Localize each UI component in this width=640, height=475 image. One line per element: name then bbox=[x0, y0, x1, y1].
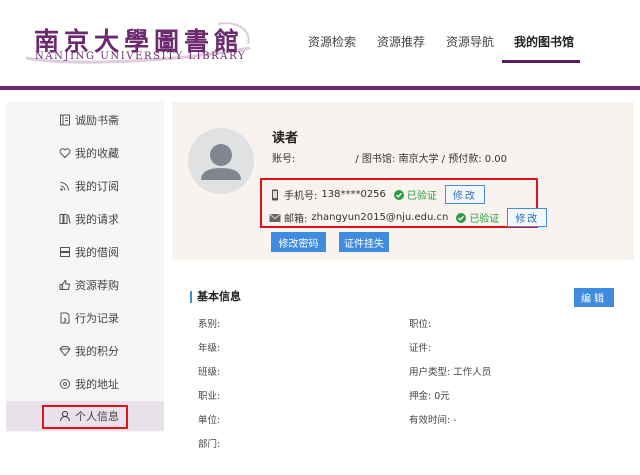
field-grade: 年级: bbox=[198, 343, 221, 354]
modify-email-button[interactable]: 修改 bbox=[507, 208, 548, 227]
sidebar-item-subscriptions[interactable]: 我的订阅 bbox=[6, 171, 164, 201]
sidebar-item-borrowing[interactable]: 我的借阅 bbox=[6, 237, 164, 267]
location-icon bbox=[58, 377, 72, 391]
library-logo[interactable]: 南京大學圖書館 NANJING UNIVERSITY LIBRARY bbox=[22, 18, 254, 66]
field-class: 班级: bbox=[198, 367, 221, 378]
email-icon bbox=[269, 212, 281, 224]
thumbs-up-icon bbox=[58, 278, 72, 292]
record-icon bbox=[58, 311, 72, 325]
default-avatar-icon bbox=[201, 144, 241, 180]
field-deposit: 押金: 0元 bbox=[409, 391, 450, 402]
email-row: 邮箱: zhangyun2015@nju.edu.cn 已验证 修改 bbox=[269, 208, 548, 227]
sidebar-item-label: 我的地址 bbox=[75, 378, 119, 391]
report-card-loss-button[interactable]: 证件挂失 bbox=[339, 232, 389, 252]
sidebar-item-favorites[interactable]: 我的收藏 bbox=[6, 138, 164, 168]
book-icon bbox=[58, 113, 72, 127]
field-department: 系别: bbox=[198, 319, 221, 330]
phone-value: 138****0256 bbox=[321, 189, 386, 200]
header-divider bbox=[0, 86, 640, 90]
sidebar-item-activity-log[interactable]: 行为记录 bbox=[6, 303, 164, 333]
diamond-icon bbox=[58, 344, 72, 358]
sidebar-item-label: 我的订阅 bbox=[75, 180, 119, 193]
avatar[interactable] bbox=[188, 128, 254, 194]
field-valid-time: 有效时间: - bbox=[409, 415, 457, 426]
heart-icon bbox=[58, 146, 72, 160]
sidebar-item-points[interactable]: 我的积分 bbox=[6, 336, 164, 366]
sidebar-item-label: 我的借阅 bbox=[75, 246, 119, 259]
phone-icon bbox=[269, 189, 281, 201]
modify-phone-button[interactable]: 修改 bbox=[444, 185, 485, 204]
field-certificate: 证件: bbox=[409, 343, 432, 354]
sidebar-item-label: 诚励书斋 bbox=[75, 114, 119, 127]
change-password-button[interactable]: 修改密码 bbox=[271, 232, 326, 252]
email-label: 邮箱: bbox=[284, 214, 308, 225]
nav-resource-navigation[interactable]: 资源导航 bbox=[446, 33, 494, 50]
header: 南京大學圖書館 NANJING UNIVERSITY LIBRARY 资源检索 … bbox=[0, 0, 640, 92]
user-name: 读者 bbox=[272, 131, 299, 146]
logo-english-text: NANJING UNIVERSITY LIBRARY bbox=[35, 51, 247, 62]
check-icon bbox=[456, 212, 467, 223]
nav-resource-recommend[interactable]: 资源推荐 bbox=[377, 33, 425, 50]
phone-row: 手机号: 138****0256 已验证 修改 bbox=[269, 185, 485, 204]
edit-basic-info-button[interactable]: 编辑 bbox=[574, 288, 614, 307]
account-info: 账号: / 图书馆: 南京大学 / 预付款: 0.00 bbox=[272, 150, 507, 165]
nav-active-underline bbox=[502, 60, 580, 63]
sidebar-item-label: 行为记录 bbox=[75, 312, 119, 325]
sidebar: 诚励书斋 我的收藏 我的订阅 我的请求 我的借阅 资源荐购 行为记录 我的积分 … bbox=[6, 102, 164, 432]
field-occupation: 职业: bbox=[198, 391, 221, 402]
sidebar-item-label: 我的请求 bbox=[75, 213, 119, 226]
stack-icon bbox=[58, 245, 72, 259]
account-label: 账号: bbox=[272, 154, 296, 165]
field-position: 职位: bbox=[409, 319, 432, 330]
rss-icon bbox=[58, 179, 72, 193]
field-user-type: 用户类型: 工作人员 bbox=[409, 367, 492, 378]
sidebar-item-label: 我的积分 bbox=[75, 345, 119, 358]
sidebar-item-recommend-purchase[interactable]: 资源荐购 bbox=[6, 270, 164, 300]
sidebar-item-address[interactable]: 我的地址 bbox=[6, 369, 164, 399]
phone-verified-badge: 已验证 bbox=[393, 187, 437, 202]
books-icon bbox=[58, 212, 72, 226]
basic-info-title: 基本信息 bbox=[190, 291, 241, 303]
email-verified-badge: 已验证 bbox=[456, 210, 499, 225]
nav-my-library[interactable]: 我的图书馆 bbox=[514, 33, 574, 50]
sidebar-item-requests[interactable]: 我的请求 bbox=[6, 204, 164, 234]
sidebar-item-label: 资源荐购 bbox=[75, 279, 119, 292]
sidebar-item-label: 我的收藏 bbox=[75, 147, 119, 160]
nav-resource-search[interactable]: 资源检索 bbox=[308, 33, 356, 50]
library-prepay-text: / 图书馆: 南京大学 / 预付款: 0.00 bbox=[355, 154, 508, 165]
field-section: 部门: bbox=[198, 439, 221, 450]
active-item-highlight-box bbox=[42, 405, 128, 429]
check-icon bbox=[393, 189, 404, 200]
sidebar-item-study-room[interactable]: 诚励书斋 bbox=[6, 105, 164, 135]
field-organization: 单位: bbox=[198, 415, 221, 426]
phone-label: 手机号: bbox=[284, 191, 318, 202]
email-value: zhangyun2015@nju.edu.cn bbox=[311, 212, 449, 223]
